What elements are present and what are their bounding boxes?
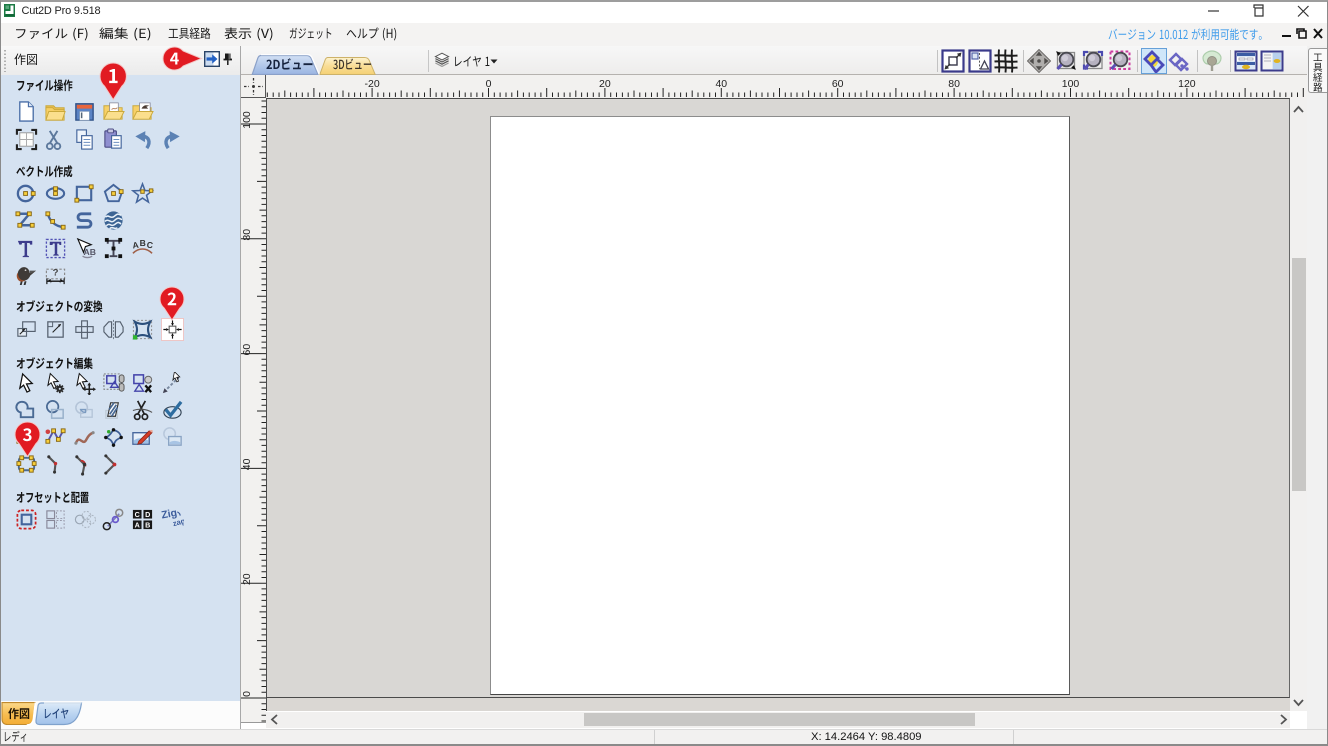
svg-text:40: 40 xyxy=(715,78,727,90)
svg-text:zag: zag xyxy=(171,516,183,528)
svg-text:80: 80 xyxy=(948,78,960,90)
svg-text:60: 60 xyxy=(832,78,844,90)
svg-text:100: 100 xyxy=(1062,78,1080,90)
svg-text:B: B xyxy=(140,238,146,248)
svg-text:40: 40 xyxy=(241,458,253,470)
svg-text:80: 80 xyxy=(241,229,253,241)
svg-text:100: 100 xyxy=(241,111,253,129)
svg-text:C: C xyxy=(135,511,140,519)
svg-text:AB: AB xyxy=(83,247,95,257)
svg-text:B: B xyxy=(145,521,150,529)
svg-text:0: 0 xyxy=(241,691,253,697)
svg-text:0: 0 xyxy=(486,78,492,90)
svg-text:C: C xyxy=(146,239,154,250)
svg-text:A: A xyxy=(135,521,140,529)
svg-text:A: A xyxy=(132,239,140,250)
svg-text:60: 60 xyxy=(241,344,253,356)
svg-text:?: ? xyxy=(52,267,58,278)
svg-text:20: 20 xyxy=(241,573,253,585)
svg-text:20: 20 xyxy=(599,78,611,90)
svg-text:D: D xyxy=(145,511,150,519)
svg-text:-20: -20 xyxy=(365,78,380,90)
svg-text:120: 120 xyxy=(1178,78,1196,90)
